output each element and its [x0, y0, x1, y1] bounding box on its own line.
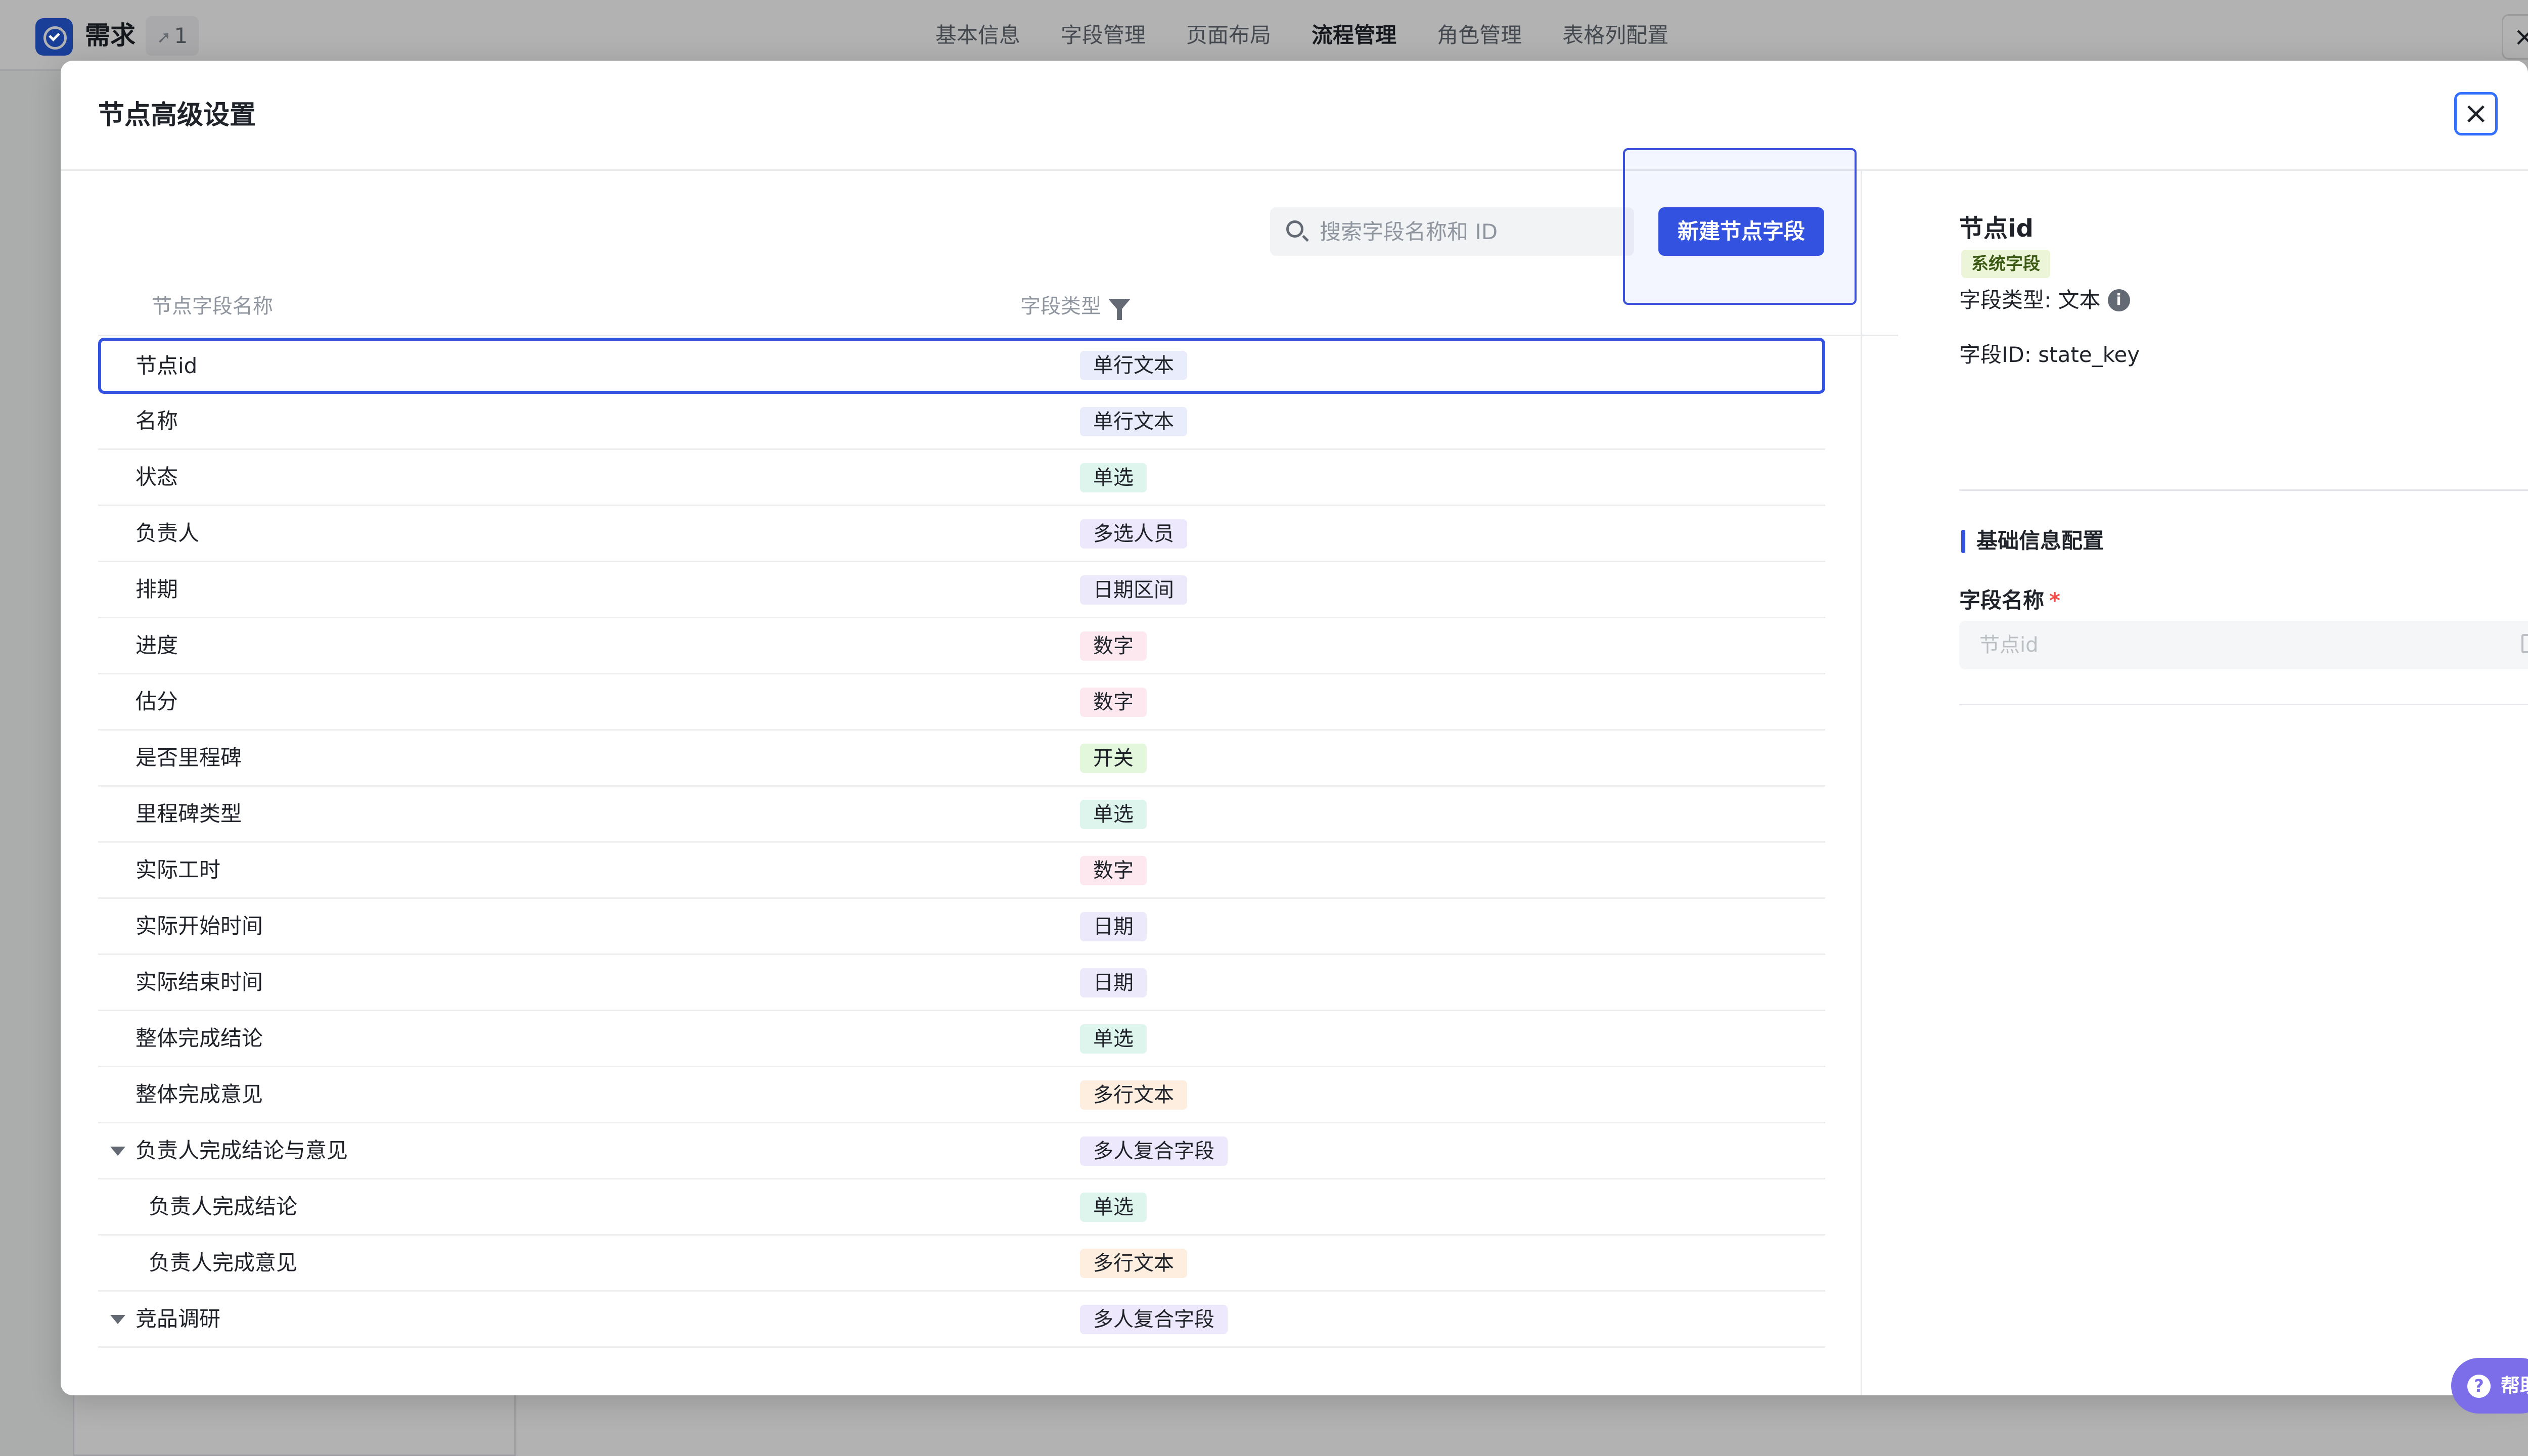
- field-type-tag: 单选: [1080, 463, 1147, 492]
- table-row[interactable]: 负责人完成结论与意见 多人复合字段: [98, 1123, 1825, 1179]
- field-name-cell: 负责人完成结论: [149, 1194, 298, 1219]
- help-icon: ?: [2467, 1375, 2491, 1398]
- field-name-cell: 节点id: [136, 353, 198, 378]
- field-type-tag: 多人复合字段: [1080, 1136, 1228, 1166]
- table-row[interactable]: 负责人完成结论 单选: [98, 1179, 1825, 1236]
- help-label: 帮助: [2501, 1375, 2528, 1397]
- field-type-row: 字段类型: 文本 i: [1959, 285, 2130, 315]
- field-type-value: 文本: [2058, 288, 2101, 312]
- field-type-tag: 多行文本: [1080, 1249, 1187, 1278]
- detail-divider-bottom: [1959, 704, 2528, 705]
- field-type-tag: 单行文本: [1080, 407, 1187, 436]
- table-row[interactable]: 节点id 单行文本: [98, 338, 1825, 394]
- required-star: *: [2049, 588, 2060, 613]
- table-row[interactable]: 整体完成意见 多行文本: [98, 1067, 1825, 1123]
- field-name-cell: 竞品调研: [136, 1306, 221, 1331]
- field-name-cell: 进度: [136, 633, 178, 658]
- field-id-row: 字段ID: state_key: [1959, 340, 2140, 370]
- table-row[interactable]: 排期 日期区间: [98, 562, 1825, 618]
- field-name-cell: 状态: [136, 465, 178, 489]
- field-type-tag: 数字: [1080, 856, 1147, 885]
- help-button[interactable]: ? 帮助: [2451, 1358, 2528, 1414]
- section-accent-bar: [1961, 530, 1965, 553]
- column-header-type-label: 字段类型: [1020, 295, 1101, 318]
- field-type-tag: 数字: [1080, 688, 1147, 717]
- field-name-cell: 整体完成结论: [136, 1026, 263, 1051]
- table-row[interactable]: 名称 单行文本: [98, 394, 1825, 450]
- table-row[interactable]: 实际开始时间 日期: [98, 899, 1825, 955]
- modal-close-button[interactable]: ×: [2454, 92, 2498, 135]
- caret-down-icon[interactable]: [110, 1147, 125, 1156]
- new-node-field-button[interactable]: 新建节点字段: [1658, 207, 1824, 256]
- field-detail-pane: 节点id 系统字段 字段类型: 文本 i 字段ID: state_key 基础信息…: [1861, 171, 2528, 1395]
- field-type-tag: 多行文本: [1080, 1080, 1187, 1110]
- field-id-value: state_key: [2038, 342, 2140, 367]
- field-name-cell: 估分: [136, 689, 178, 714]
- field-name-cell: 实际工时: [136, 857, 221, 882]
- field-id-label: 字段ID:: [1959, 342, 2032, 367]
- field-type-tag: 日期: [1080, 912, 1147, 941]
- field-name-label-text: 字段名称: [1959, 588, 2045, 613]
- table-row[interactable]: 估分 数字: [98, 674, 1825, 731]
- edit-icon[interactable]: [2521, 634, 2528, 653]
- field-name-cell: 整体完成意见: [136, 1082, 263, 1107]
- field-type-tag: 单选: [1080, 1193, 1147, 1222]
- section-title: 基础信息配置: [1976, 528, 2104, 553]
- table-row[interactable]: 负责人 多选人员: [98, 506, 1825, 562]
- table-row[interactable]: 里程碑类型 单选: [98, 787, 1825, 843]
- field-name-cell: 负责人完成结论与意见: [136, 1138, 348, 1163]
- field-type-tag: 日期: [1080, 968, 1147, 997]
- field-type-tag: 日期区间: [1080, 575, 1187, 605]
- field-name-cell: 名称: [136, 408, 178, 433]
- field-type-label: 字段类型:: [1959, 288, 2052, 312]
- field-name-cell: 排期: [136, 577, 178, 602]
- modal-title: 节点高级设置: [98, 100, 256, 130]
- table-row[interactable]: 整体完成结论 单选: [98, 1011, 1825, 1067]
- table-row[interactable]: 是否里程碑 开关: [98, 731, 1825, 787]
- field-name-input-box[interactable]: [1959, 621, 2528, 669]
- caret-down-icon[interactable]: [110, 1315, 125, 1324]
- node-advanced-settings-modal: 节点高级设置 × 新建节点字段 节点字段名称 字段类型 节点id单行文本名称单行…: [61, 61, 2528, 1395]
- detail-divider: [1959, 489, 2528, 491]
- table-row[interactable]: 实际工时 数字: [98, 843, 1825, 899]
- filter-icon[interactable]: [1108, 299, 1131, 320]
- field-type-tag: 单选: [1080, 1024, 1147, 1054]
- detail-title: 节点id: [1959, 214, 2034, 243]
- modal-header: 节点高级设置 ×: [61, 61, 2528, 171]
- table-row[interactable]: 进度 数字: [98, 618, 1825, 674]
- field-name-label: 字段名称 *: [1959, 585, 2060, 616]
- field-type-tag: 数字: [1080, 631, 1147, 661]
- field-name-cell: 负责人: [136, 521, 200, 545]
- search-icon: [1286, 220, 1303, 238]
- field-name-cell: 实际开始时间: [136, 914, 263, 938]
- search-input[interactable]: [1319, 207, 1622, 256]
- table-row[interactable]: 竞品调研 多人复合字段: [98, 1292, 1825, 1348]
- field-name-cell: 是否里程碑: [136, 745, 242, 770]
- field-name-cell: 负责人完成意见: [149, 1250, 298, 1275]
- table-row[interactable]: 负责人完成意见 多行文本: [98, 1236, 1825, 1292]
- field-type-tag: 多选人员: [1080, 519, 1187, 549]
- field-table-body: 节点id 单行文本 名称 单行文本 状态 单选 负责人 多选人员 排期 日期区间 进度 数字 估分 数字是…: [98, 338, 1825, 1348]
- column-header-name: 节点字段名称: [152, 295, 273, 318]
- field-name-cell: 里程碑类型: [136, 801, 242, 826]
- field-type-tag: 开关: [1080, 744, 1147, 773]
- field-name-cell: 实际结束时间: [136, 970, 263, 994]
- column-header-type: 字段类型: [1020, 286, 1131, 327]
- table-header-divider: [98, 335, 1898, 336]
- table-row[interactable]: 状态 单选: [98, 450, 1825, 506]
- field-list-pane: 新建节点字段 节点字段名称 字段类型 节点id单行文本名称单行文本状态单选负责人…: [61, 148, 1898, 1395]
- field-type-tag: 单行文本: [1080, 351, 1187, 380]
- field-type-tag: 单选: [1080, 800, 1147, 829]
- field-type-tag: 多人复合字段: [1080, 1305, 1228, 1334]
- field-name-input[interactable]: [1978, 621, 2484, 669]
- info-icon[interactable]: i: [2107, 289, 2130, 311]
- system-field-badge: 系统字段: [1961, 250, 2050, 278]
- table-row[interactable]: 实际结束时间 日期: [98, 955, 1825, 1011]
- search-box[interactable]: [1270, 207, 1634, 256]
